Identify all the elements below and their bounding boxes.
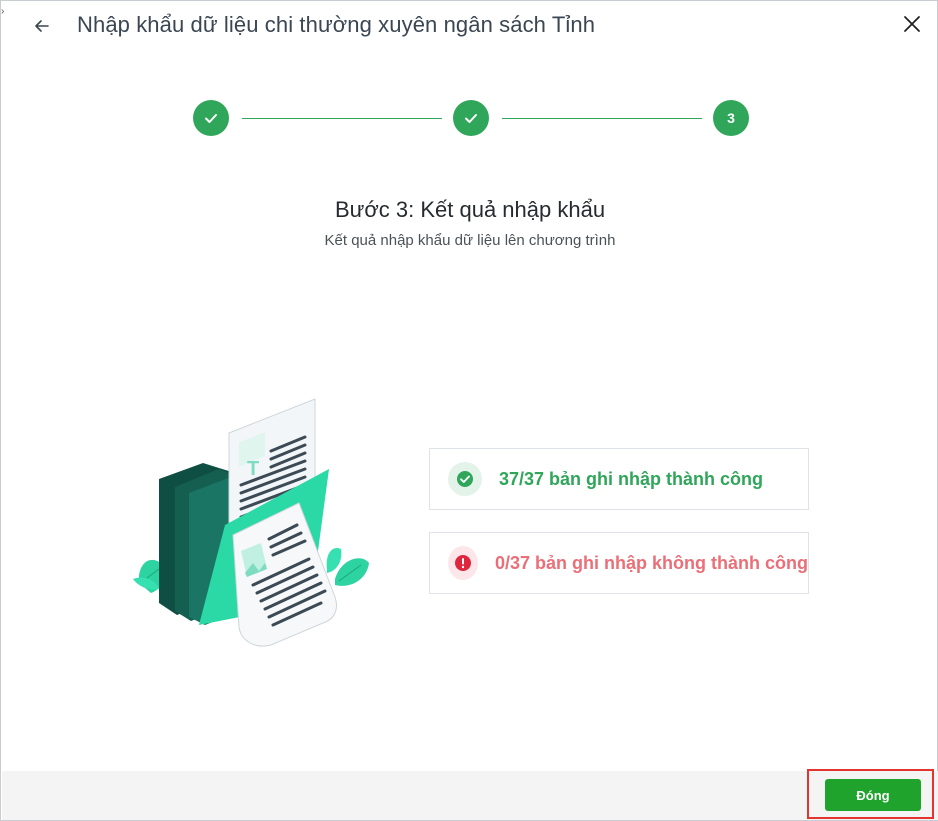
failure-result-text: 0/37 bản ghi nhập không thành công [494, 552, 808, 573]
arrow-left-icon [35, 20, 49, 32]
step-title: Bước 3: Kết quả nhập khẩu [334, 197, 606, 222]
exclamation-circle-icon [454, 555, 471, 571]
success-icon-badge [448, 462, 482, 496]
step-2-indicator [453, 100, 489, 136]
dialog-footer [2, 771, 938, 820]
check-icon [205, 114, 217, 123]
close-button[interactable]: Đóng [825, 779, 921, 811]
check-circle-icon [457, 471, 473, 487]
close-dialog-button[interactable] [900, 12, 924, 36]
back-button[interactable] [31, 13, 55, 39]
step-number: 3 [727, 110, 735, 126]
import-dialog: › Nhập khẩu dữ liệu chi thường xuyên ngâ… [0, 0, 938, 821]
step-3-indicator: 3 [713, 100, 749, 136]
dialog-title: Nhập khẩu dữ liệu chi thường xuyên ngân … [77, 12, 596, 37]
error-icon-badge [448, 546, 478, 580]
step-subtitle: Kết quả nhập khẩu dữ liệu lên chương trì… [324, 232, 616, 249]
resize-arrow-icon: › [1, 6, 5, 17]
step-connector [242, 118, 442, 119]
documents-illustration: T [133, 398, 369, 647]
success-result: 37/37 bản ghi nhập thành công [429, 448, 809, 510]
close-icon [904, 16, 920, 32]
failure-result: 0/37 bản ghi nhập không thành công [429, 532, 809, 594]
svg-text:T: T [247, 458, 259, 480]
step-1-indicator [193, 100, 229, 136]
success-result-text: 37/37 bản ghi nhập thành công [499, 468, 764, 489]
check-icon [465, 114, 477, 123]
step-connector [502, 118, 702, 119]
